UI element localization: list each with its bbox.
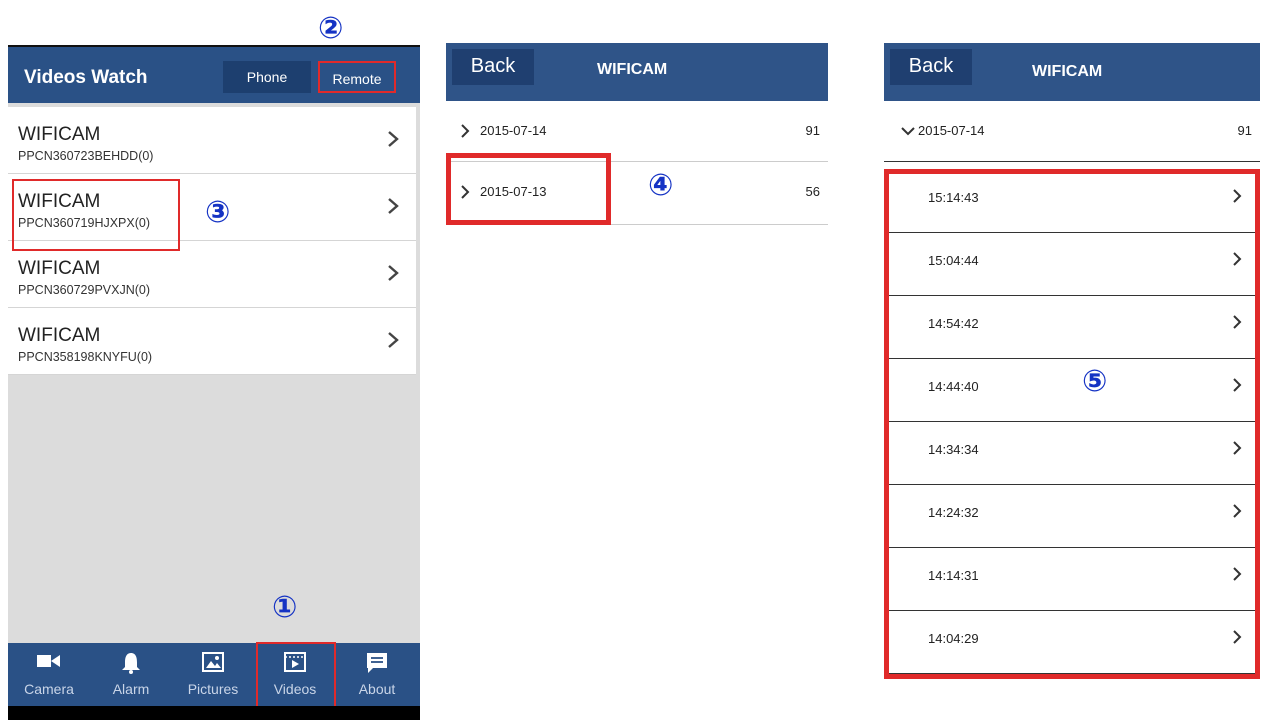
tab-label: Pictures [187,681,239,697]
page-title: Videos Watch [24,67,148,88]
nav-bar: Back WIFICAM [446,43,828,101]
highlight-box-times [884,169,1260,679]
header-bar: Videos Watch Phone Remote [8,45,420,103]
camera-id: PPCN360723BEHDD(0) [18,149,154,163]
camera-row[interactable]: WIFICAM PPCN360729PVXJN(0) [8,241,416,308]
highlight-box-date [446,153,611,225]
remote-button[interactable]: Remote [318,61,396,93]
dates-screen: Back WIFICAM 2015-07-14 91 2015-07-13 56… [446,43,828,243]
chevron-right-icon [461,124,470,138]
system-bar [8,706,420,720]
picture-icon [202,652,224,672]
message-icon [367,653,387,673]
chevron-right-icon [388,265,399,281]
nav-bar: Back WIFICAM [884,43,1260,101]
nav-title: WIFICAM [597,61,668,78]
date-label: 2015-07-14 [480,123,547,138]
camera-id: PPCN358198KNYFU(0) [18,350,153,364]
tab-alarm[interactable]: Alarm [90,643,172,706]
times-screen: Back WIFICAM 2015-07-14 91 15:14:43 15:04… [884,43,1266,683]
tab-label: Alarm [112,681,150,697]
camera-name: WIFICAM [18,124,101,145]
chevron-down-icon [901,127,915,136]
camera-name: WIFICAM [18,258,101,279]
tab-bar: Camera Alarm Pictures Videos About [8,643,420,706]
camera-name: WIFICAM [18,325,101,346]
camera-row[interactable]: WIFICAM PPCN360723BEHDD(0) [8,107,416,174]
date-count: 56 [805,184,820,199]
callout-3: ③ [205,195,231,230]
phone-button[interactable]: Phone [223,61,311,93]
date-label: 2015-07-14 [918,123,985,138]
camera-icon [37,655,60,667]
chevron-right-icon [388,198,399,214]
callout-1: ① [272,590,298,625]
date-row-expanded[interactable]: 2015-07-14 91 [884,101,1260,162]
chevron-right-icon [388,332,399,348]
tab-about[interactable]: About [336,643,418,706]
callout-2: ② [318,11,344,46]
tab-label: About [358,681,396,697]
callout-5: ⑤ [1082,364,1108,399]
bell-icon [122,653,140,674]
callout-4: ④ [648,168,674,203]
tab-label: Camera [24,681,74,697]
date-count: 91 [805,123,820,138]
date-count: 91 [1237,123,1252,138]
nav-title: WIFICAM [1032,63,1103,80]
back-button[interactable]: Back [452,49,534,85]
chevron-right-icon [388,131,399,147]
back-button[interactable]: Back [890,49,972,85]
tab-pictures[interactable]: Pictures [172,643,254,706]
camera-id: PPCN360729PVXJN(0) [18,283,151,297]
highlight-box-camera [12,179,180,251]
camera-row[interactable]: WIFICAM PPCN358198KNYFU(0) [8,308,416,375]
tab-camera[interactable]: Camera [8,643,90,706]
videos-watch-screen: Videos Watch Phone Remote WIFICAM PPCN36… [8,45,420,720]
